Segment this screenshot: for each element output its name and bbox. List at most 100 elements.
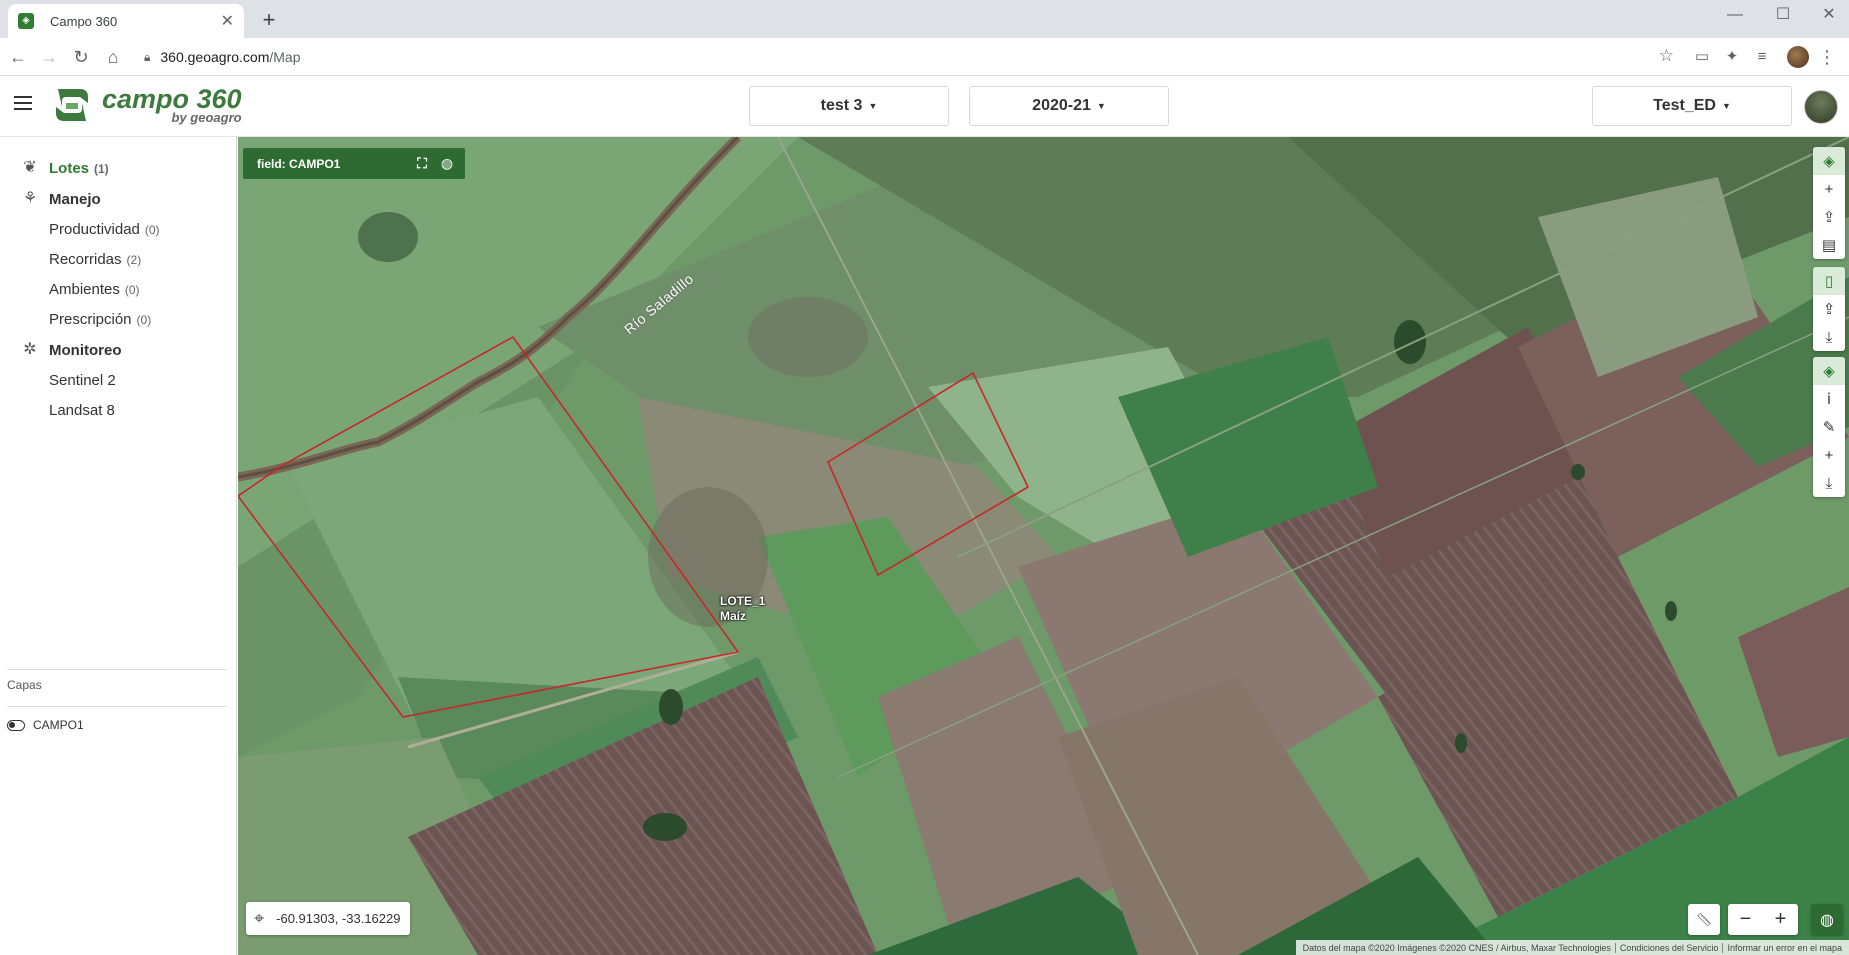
browser-tab[interactable]: ◈ Campo 360 ✕ (8, 4, 244, 38)
browser-tab-bar: ◈ Campo 360 ✕ + — ☐ ✕ (0, 0, 1849, 38)
edit-toolbar: ◈ ⅰ ✎ + ⤓ (1813, 357, 1845, 497)
layers-toolbar: ◈ + ⇪ ▤ (1813, 147, 1845, 259)
field-bar-label: field: CAMPO1 (257, 156, 341, 171)
layers-icon[interactable]: ◈ (1813, 147, 1845, 175)
add-icon[interactable]: + (1813, 175, 1845, 203)
ruler-measure-button[interactable]: 📏︎ (1688, 904, 1720, 935)
sidebar-item-count: (1) (94, 161, 109, 176)
hamburger-menu-icon[interactable] (14, 96, 32, 110)
fullscreen-icon[interactable]: ⛶ (413, 154, 431, 172)
sidebar-item-recorridas[interactable]: Recorridas (2) (0, 246, 237, 272)
sidebar-item-count: (0) (124, 282, 140, 297)
sidebar-item-label: Recorridas (49, 250, 122, 268)
campo360-logo[interactable]: campo 360 by geoagro (50, 83, 242, 127)
coordinates-value: -60.91303, -33.16229 (276, 911, 401, 926)
zoom-control: − + (1728, 904, 1798, 935)
maximize-window-button[interactable]: ☐ (1760, 4, 1806, 26)
forward-arrow-icon[interactable]: → (37, 45, 61, 69)
layers-icon[interactable]: ◈ (1813, 357, 1845, 385)
season-dropdown-label: 2020-21 (1032, 97, 1091, 114)
zoom-in-button[interactable]: + (1775, 908, 1787, 931)
user-dropdown-label: Test_ED (1653, 97, 1716, 114)
map-attribution: Datos del mapa ©2020 Imágenes ©2020 CNES… (1295, 940, 1849, 955)
sidebar-item-label: Manejo (49, 190, 101, 208)
zoom-out-button[interactable]: − (1740, 908, 1752, 931)
sidebar-item-sentinel-2[interactable]: Sentinel 2 (0, 367, 237, 393)
project-dropdown-label: test 3 (820, 97, 863, 114)
field-info-bar: field: CAMPO1 ⛶ ◍ (243, 148, 465, 179)
palette-icon[interactable]: ◍ (438, 154, 456, 172)
close-window-button[interactable]: ✕ (1806, 4, 1849, 26)
browser-menu-icon[interactable]: ⋮ (1818, 47, 1836, 68)
close-tab-icon[interactable]: ✕ (221, 11, 234, 31)
layer-item-label: CAMPO1 (33, 718, 84, 732)
sidebar-item-label: Landsat 8 (49, 401, 115, 419)
satellite-imagery (238, 137, 1849, 955)
sidebar-item-label: Prescripción (49, 310, 132, 328)
user-dropdown[interactable]: Test_ED ▼ (1592, 86, 1792, 126)
cast-icon[interactable]: ▭ (1692, 47, 1712, 67)
download-icon[interactable]: ⤓ (1813, 323, 1845, 351)
app-header: campo 360 by geoagro test 3 ▼ 2020-21 ▼ Te… (0, 76, 1849, 137)
new-tab-button[interactable]: + (256, 8, 282, 34)
minimize-window-button[interactable]: — (1712, 4, 1758, 26)
project-dropdown[interactable]: test 3 ▼ (749, 86, 949, 126)
sidebar-item-label: Sentinel 2 (49, 371, 116, 389)
url-host: 360.geoagro.com (160, 49, 270, 65)
campo360-favicon-icon: ◈ (18, 13, 34, 29)
pencil-icon[interactable]: ✎ (1813, 413, 1845, 441)
report-error-link[interactable]: Informar un error en el mapa (1722, 942, 1846, 953)
layer-toggle[interactable] (7, 719, 25, 731)
satellite-icon: ✲ (23, 341, 37, 358)
sidebar-item-productividad[interactable]: Productividad (0) (0, 216, 237, 242)
caret-down-icon: ▼ (1096, 101, 1106, 111)
layer-item-campo1[interactable]: CAMPO1 (7, 718, 84, 732)
extensions-puzzle-icon[interactable]: ✦ (1722, 47, 1742, 67)
sidebar-item-label: Ambientes (49, 280, 120, 298)
lote-label[interactable]: LOTE_1 Maíz (720, 594, 765, 624)
download-icon[interactable]: ⤓ (1813, 469, 1845, 497)
palette-button[interactable]: ◍ (1811, 904, 1843, 935)
back-arrow-icon[interactable]: ← (6, 45, 30, 69)
caret-down-icon: ▼ (868, 101, 878, 111)
browser-profile-avatar[interactable] (1787, 46, 1809, 68)
sidebar-item-count: (0) (136, 312, 152, 327)
user-avatar[interactable] (1804, 90, 1838, 124)
map-canvas[interactable]: Río Saladillo LOTE_1 Maíz field: CAMPO1 … (238, 137, 1849, 955)
upload-icon[interactable]: ⇪ (1813, 203, 1845, 231)
home-icon[interactable]: ⌂ (101, 45, 125, 69)
add-icon[interactable]: + (1813, 441, 1845, 469)
device-toolbar: ▯ ⇪ ⤓ (1813, 267, 1845, 351)
url-path: /Map (269, 49, 301, 65)
logo-wordmark: campo 360 (102, 84, 242, 114)
sidebar-item-label: Productividad (49, 220, 140, 238)
sidebar-item-manejo[interactable]: ⚘ Manejo (0, 186, 237, 212)
document-icon[interactable]: ▤ (1813, 231, 1845, 259)
sidebar-item-count: (2) (126, 252, 142, 267)
crosshair-icon[interactable]: ⌖ (254, 908, 264, 929)
bookmark-star-icon[interactable]: ☆ (1659, 46, 1674, 66)
browser-tab-title: Campo 360 (50, 13, 118, 29)
sprout-icon: ❦ (23, 159, 37, 176)
sidebar-item-prescripcion[interactable]: Prescripción (0) (0, 306, 237, 332)
mobile-device-icon[interactable]: ▯ (1813, 267, 1845, 295)
upload-icon[interactable]: ⇪ (1813, 295, 1845, 323)
sidebar: ❦ Lotes (1) ⚘ Manejo Productividad (0) Rec… (0, 137, 237, 955)
seedling-hand-icon: ⚘ (22, 190, 38, 207)
info-icon[interactable]: ⅰ (1813, 385, 1845, 413)
url-omnibox[interactable]: 🔒︎ 360.geoagro.com/Map ☆ (134, 43, 1682, 71)
sidebar-item-ambientes[interactable]: Ambientes (0) (0, 276, 237, 302)
terms-link[interactable]: Condiciones del Servicio (1614, 942, 1723, 953)
reload-icon[interactable]: ↻ (69, 45, 93, 69)
sidebar-item-landsat-8[interactable]: Landsat 8 (0, 397, 237, 423)
season-dropdown[interactable]: 2020-21 ▼ (969, 86, 1169, 126)
sidebar-item-lotes[interactable]: ❦ Lotes (1) (0, 155, 237, 181)
layers-section-title: Capas (7, 678, 42, 692)
lote-crop: Maíz (720, 609, 747, 623)
divider (7, 669, 227, 670)
sidebar-item-label: Lotes (49, 159, 90, 177)
attribution-data: Datos del mapa ©2020 Imágenes ©2020 CNES… (1302, 942, 1611, 953)
sidebar-item-monitoreo[interactable]: ✲ Monitoreo (0, 337, 237, 363)
sidebar-item-count: (0) (144, 222, 160, 237)
media-queue-icon[interactable]: ≡ (1752, 47, 1772, 67)
